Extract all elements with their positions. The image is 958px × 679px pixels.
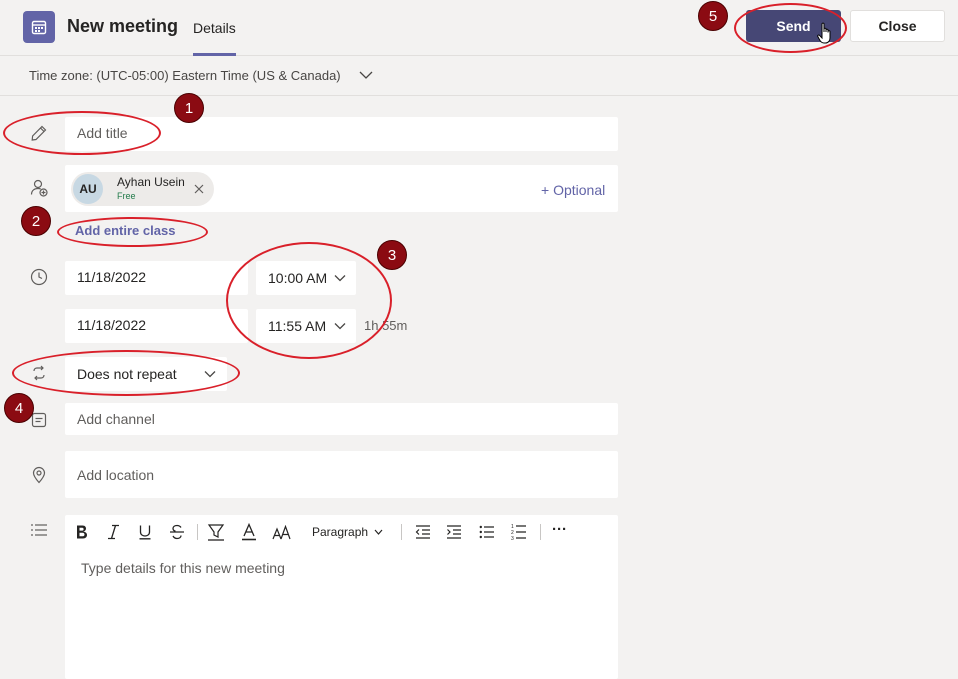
start-date-value: 11/18/2022 [77, 269, 147, 285]
tab-details[interactable]: Details [193, 20, 236, 56]
chevron-down-icon [374, 529, 383, 535]
start-date-input[interactable]: 11/18/2022 [65, 261, 248, 295]
start-time-value: 10:00 AM [268, 270, 328, 286]
repeat-icon [33, 365, 45, 381]
strikethrough-icon[interactable] [169, 524, 185, 540]
attendee-status: Free [117, 191, 136, 201]
add-attendee-icon [30, 179, 48, 197]
chevron-down-icon [204, 371, 216, 378]
toolbar-divider [540, 524, 541, 540]
annotation-badge-3: 3 [377, 240, 407, 270]
increase-indent-icon[interactable] [446, 525, 462, 539]
start-time-select[interactable]: 10:00 AM [256, 261, 356, 295]
paragraph-style-dropdown[interactable]: Paragraph [312, 525, 368, 539]
close-button[interactable]: Close [850, 10, 945, 42]
annotation-badge-5: 5 [698, 1, 728, 31]
timezone-label[interactable]: Time zone: (UTC-05:00) Eastern Time (US … [29, 68, 341, 83]
details-placeholder: Type details for this new meeting [81, 560, 285, 576]
decrease-indent-icon[interactable] [415, 525, 431, 539]
numbered-list-icon[interactable]: 123 [511, 523, 527, 541]
duration-label: 1h 55m [364, 318, 408, 333]
location-placeholder: Add location [77, 467, 155, 483]
add-entire-class-link[interactable]: Add entire class [75, 223, 175, 238]
end-date-input[interactable]: 11/18/2022 [65, 309, 248, 343]
optional-attendees-link[interactable]: + Optional [541, 182, 605, 198]
annotation-badge-1: 1 [174, 93, 204, 123]
avatar: AU [73, 174, 103, 204]
more-options-button[interactable]: ··· [552, 521, 567, 538]
chevron-down-icon [334, 323, 346, 330]
end-time-value: 11:55 AM [268, 318, 327, 334]
attendee-chip[interactable]: AU Ayhan Usein Free [71, 172, 214, 206]
title-placeholder: Add title [77, 125, 128, 141]
annotation-badge-4: 4 [4, 393, 34, 423]
annotation-badge-2: 2 [21, 206, 51, 236]
attendee-name: Ayhan Usein [117, 175, 185, 189]
details-list-icon [31, 524, 47, 536]
clock-icon [30, 268, 48, 286]
toolbar-divider [401, 524, 402, 540]
italic-icon[interactable] [107, 524, 120, 540]
highlight-icon[interactable] [207, 523, 225, 541]
end-time-select[interactable]: 11:55 AM [256, 309, 356, 343]
toolbar-divider [197, 524, 198, 540]
location-icon [32, 466, 46, 484]
end-date-value: 11/18/2022 [77, 317, 147, 333]
underline-icon[interactable] [138, 524, 152, 540]
bulleted-list-icon[interactable] [479, 525, 495, 539]
font-size-icon[interactable] [272, 525, 292, 540]
top-bar: New meeting Details Send Close [0, 0, 958, 56]
page-title: New meeting [67, 16, 179, 36]
chevron-down-icon[interactable] [358, 69, 374, 81]
location-input[interactable]: Add location [65, 451, 618, 498]
timezone-bar: Time zone: (UTC-05:00) Eastern Time (US … [0, 56, 958, 96]
channel-placeholder: Add channel [77, 411, 155, 427]
title-input[interactable]: Add title [65, 117, 618, 151]
pencil-icon [31, 125, 47, 141]
font-color-icon[interactable] [241, 523, 257, 541]
repeat-value: Does not repeat [77, 366, 177, 382]
chevron-down-icon [334, 275, 346, 282]
repeat-select[interactable]: Does not repeat [65, 357, 227, 391]
calendar-app-icon [23, 11, 55, 43]
close-icon[interactable] [194, 184, 204, 194]
hand-cursor-icon [817, 22, 831, 44]
bold-icon[interactable] [75, 524, 88, 540]
svg-text:3: 3 [511, 536, 514, 541]
channel-input[interactable]: Add channel [65, 403, 618, 435]
